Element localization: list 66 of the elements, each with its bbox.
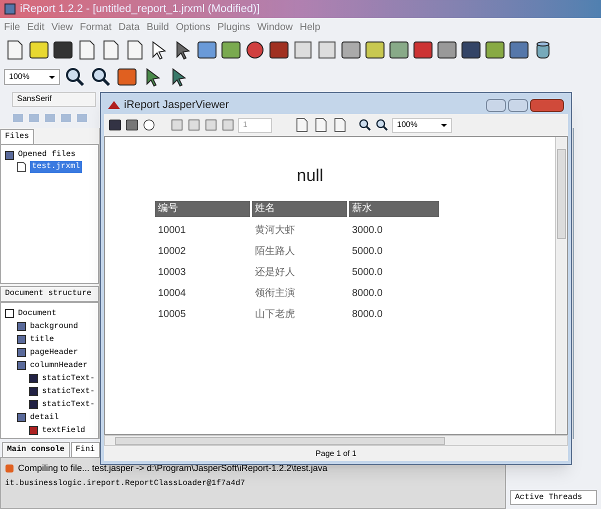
- table-cell-text: 10004: [157, 286, 187, 300]
- table-cell-text: 山下老虎: [254, 308, 296, 322]
- threads-tab[interactable]: Active Threads: [510, 490, 597, 505]
- app-icon: [4, 3, 16, 15]
- file-name[interactable]: test.jrxml: [30, 161, 82, 173]
- rectangle-icon[interactable]: [196, 39, 218, 61]
- table-cell-text: 黄河大虾: [254, 224, 296, 238]
- page-status: Page 1 of 1: [316, 448, 356, 460]
- tree-item[interactable]: Opened files: [18, 149, 76, 161]
- scrollbar-thumb[interactable]: [115, 436, 445, 444]
- menu-item[interactable]: Options: [176, 20, 210, 34]
- file-icon: [17, 162, 26, 172]
- table-cell-text: 10005: [157, 308, 187, 322]
- tree-item[interactable]: textField: [42, 424, 86, 436]
- tree-item[interactable]: pageHeader: [30, 346, 78, 358]
- tree-item[interactable]: staticText-: [42, 398, 95, 410]
- console-line: it.businesslogic.ireport.ReportClassLoader@1f7a4d7: [5, 478, 246, 490]
- report-title: null: [296, 165, 324, 187]
- column-header: 薪水: [349, 200, 439, 216]
- console-tab[interactable]: Fini: [70, 442, 100, 457]
- menu-item[interactable]: Help: [300, 20, 320, 34]
- menu-item[interactable]: Format: [80, 20, 112, 34]
- table-cell-text: 领衔主演: [254, 286, 296, 300]
- tree-item[interactable]: detail: [30, 412, 59, 424]
- zoom-dropdown[interactable]: 100%: [4, 69, 60, 85]
- window-title: iReport JasperViewer: [124, 98, 229, 113]
- table-cell-text: 陌生路人: [254, 244, 296, 258]
- menu-item[interactable]: File: [4, 20, 20, 34]
- ellipse-icon[interactable]: [244, 39, 266, 61]
- column-header: 姓名: [252, 200, 347, 216]
- panel-header: Document structure: [0, 286, 99, 302]
- tree-item[interactable]: columnHeader: [30, 360, 88, 372]
- table-cell-text: 8000.0: [351, 286, 384, 300]
- window-title: iReport 1.2.2 - [untitled_report_1.jrxml (Modified)]: [20, 2, 260, 17]
- table-cell-text: 5000.0: [351, 266, 384, 280]
- table-cell-text: 8000.0: [351, 308, 384, 322]
- tree-item[interactable]: staticText-: [42, 386, 95, 398]
- tree-item[interactable]: Document: [18, 308, 56, 320]
- horizontal-scrollbar[interactable]: [104, 435, 568, 446]
- tree-item[interactable]: background: [30, 320, 78, 332]
- tree-item[interactable]: title: [30, 334, 54, 346]
- console-tab[interactable]: Main console: [2, 442, 70, 457]
- scrollbar-thumb[interactable]: [557, 149, 566, 239]
- tree-item[interactable]: staticText-: [42, 372, 95, 384]
- table-cell-text: 5000.0: [351, 244, 384, 258]
- console-line: Compiling to file... test.jasper -> d:\Program\JasperSoft\iReport-1.2.2\test.java: [18, 462, 328, 475]
- table-cell-text: 10003: [157, 266, 187, 280]
- table-cell-text: 10001: [157, 224, 187, 238]
- menu-item[interactable]: Plugins: [217, 20, 250, 34]
- vertical-scrollbar[interactable]: [555, 137, 567, 434]
- column-header: 编号: [155, 200, 250, 216]
- table-cell-text: 10002: [157, 244, 187, 258]
- zoom-dropdown[interactable]: 100%: [392, 118, 452, 132]
- files-tab[interactable]: Files: [0, 129, 34, 144]
- menu-item[interactable]: Data: [118, 20, 140, 34]
- document-icon: [5, 309, 14, 318]
- menu-item[interactable]: View: [51, 20, 73, 34]
- table-cell-text: 3000.0: [351, 224, 384, 238]
- menu-item[interactable]: Window: [257, 20, 293, 34]
- rounded-rectangle-icon[interactable]: [220, 39, 242, 61]
- table-cell-text: 还是好人: [254, 266, 296, 280]
- close-button[interactable]: [530, 98, 564, 112]
- text-element-icon: [29, 426, 38, 435]
- menu-item[interactable]: Edit: [27, 20, 44, 34]
- menu-item[interactable]: Build: [146, 20, 169, 34]
- font-dropdown[interactable]: SansSerif: [12, 92, 96, 106]
